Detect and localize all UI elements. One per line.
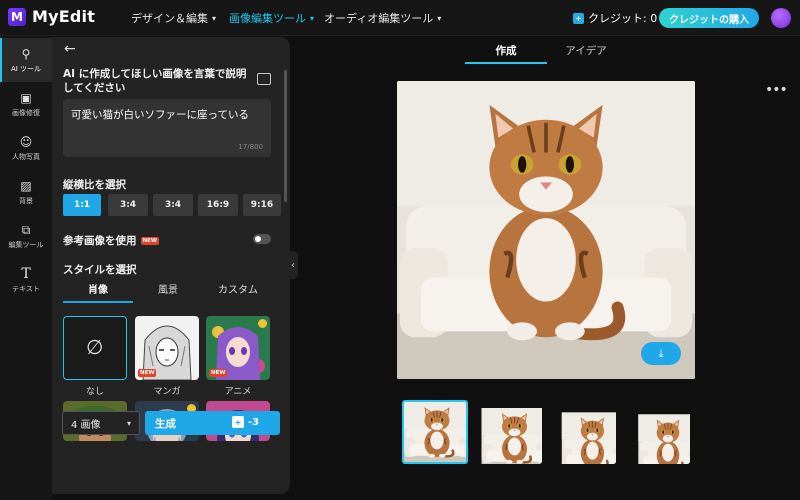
result-thumbnail[interactable] [402, 400, 468, 464]
style-none[interactable]: ∅ [63, 316, 127, 380]
prompt-label: AI に作成してほしい画像を言葉で説明してください [63, 68, 247, 94]
tab-create[interactable]: 作成 [466, 43, 546, 58]
text-icon: T [21, 265, 31, 282]
tab-indicator [63, 301, 133, 303]
generated-image [397, 81, 695, 379]
sidebar-item-background[interactable]: ▨ 背景 [0, 170, 52, 214]
layers-icon: ⧉ [21, 222, 31, 237]
app-logo-mark: M [8, 7, 26, 26]
image-icon: ▣ [20, 90, 32, 105]
sidebar-item-ai-tools[interactable]: ⚲ AI ツール [0, 38, 52, 82]
tab-indicator [465, 62, 547, 64]
tab-ideas[interactable]: アイデア [546, 43, 626, 58]
sidebar-item-portrait[interactable]: ☺ 人物写真 [0, 126, 52, 170]
result-thumbnail[interactable] [476, 400, 542, 464]
image-count-value: 4 画像 [71, 419, 101, 431]
prompt-counter: 17/800 [238, 143, 263, 151]
sidebar-item-label: 人物写真 [12, 152, 40, 161]
new-badge: NEW [209, 369, 228, 377]
sidebar-item-text[interactable]: T テキスト [0, 258, 52, 302]
ratio-1-1[interactable]: 1:1 [63, 194, 101, 216]
more-horizontal-icon[interactable]: ••• [765, 82, 788, 98]
prompt-value: 可愛い猫が白いソファーに座っている [71, 109, 249, 121]
tab-landscape[interactable]: 風景 [133, 281, 203, 296]
tab-portrait[interactable]: 肖像 [63, 281, 133, 296]
background-icon: ▨ [20, 178, 32, 193]
sidebar-item-image-repair[interactable]: ▣ 画像修復 [0, 82, 52, 126]
nav-label: デザイン＆編集 [131, 12, 208, 25]
chevron-down-icon: ▾ [310, 13, 315, 23]
magic-wand-icon: ⚲ [21, 46, 31, 61]
portrait-icon: ☺ [19, 134, 33, 149]
tool-sidebar: ⚲ AI ツール ▣ 画像修復 ☺ 人物写真 ▨ 背景 ⧉ 編集ツール T テキ… [0, 37, 52, 500]
panel-scrollbar[interactable] [284, 70, 287, 202]
generate-cost: + -3 [232, 416, 259, 428]
nav-label: 画像編集ツール [229, 12, 306, 25]
crown-icon [258, 319, 267, 328]
nav-audio-tools[interactable]: オーディオ編集ツール ▾ [324, 10, 441, 26]
none-icon: ∅ [86, 335, 104, 359]
reference-label-text: 参考画像を使用 [63, 235, 137, 247]
sidebar-item-label: 背景 [19, 196, 33, 205]
credit-icon: + [232, 416, 244, 428]
style-label-none: なし [85, 387, 104, 397]
app-logo[interactable]: M MyEdit [8, 7, 95, 26]
app-name: MyEdit [32, 7, 96, 26]
generate-cost-value: -3 [248, 416, 260, 428]
reference-image-toggle[interactable] [253, 234, 271, 244]
chevron-down-icon: ▾ [437, 13, 442, 23]
ratio-option[interactable]: 3:4 [153, 194, 193, 216]
chevron-down-icon: ▾ [212, 13, 217, 23]
result-image [624, 400, 690, 464]
credit-balance: + クレジット: 0 [573, 10, 657, 26]
credit-label: クレジット: 0 [588, 12, 658, 25]
sidebar-item-label: AI ツール [10, 64, 42, 73]
arrow-left-icon[interactable]: ← [64, 41, 76, 57]
style-manga[interactable]: NEW [135, 316, 199, 380]
sidebar-item-label: 編集ツール [8, 240, 44, 249]
user-avatar[interactable] [771, 8, 791, 28]
style-label-manga: マンガ [153, 387, 181, 397]
sidebar-item-edit-tools[interactable]: ⧉ 編集ツール [0, 214, 52, 258]
ratio-9-16[interactable]: 9:16 [243, 194, 281, 216]
result-image [404, 402, 468, 464]
nav-design-edit[interactable]: デザイン＆編集 ▾ [131, 10, 216, 26]
ratio-label: 縦横比を選択 [63, 179, 126, 191]
style-label-anime: アニメ [224, 387, 252, 397]
top-bar: M MyEdit デザイン＆編集 ▾ 画像編集ツール ▾ オーディオ編集ツール ▾ +… [0, 0, 800, 36]
generate-label: 生成 [155, 417, 176, 430]
collapse-panel-button[interactable]: ‹ [288, 251, 298, 279]
style-anime[interactable]: NEW [206, 316, 270, 380]
new-badge: NEW [140, 237, 159, 245]
chevron-left-icon: ‹ [291, 259, 295, 271]
result-image [476, 400, 542, 464]
style-label: スタイルを選択 [63, 264, 137, 276]
reference-image-label: 参考画像を使用 NEW [63, 233, 159, 248]
result-thumbnail[interactable] [550, 400, 616, 464]
prompt-input[interactable]: 可愛い猫が白いソファーに座っている 17/800 [63, 99, 271, 157]
new-badge: NEW [138, 369, 157, 377]
generate-button[interactable]: 生成 + -3 [145, 411, 280, 435]
chevron-down-icon: ▾ [126, 419, 131, 428]
image-add-icon[interactable] [257, 73, 271, 85]
credit-icon: + [573, 12, 584, 24]
download-icon: ⤓ [658, 346, 664, 360]
generated-image-cat [397, 81, 695, 379]
ratio-16-9[interactable]: 16:9 [198, 194, 238, 216]
tab-custom[interactable]: カスタム [203, 281, 273, 296]
image-count-select[interactable]: 4 画像 ▾ [62, 411, 140, 435]
sidebar-item-label: テキスト [12, 284, 40, 293]
result-image [550, 400, 616, 464]
nav-label: オーディオ編集ツール [324, 12, 434, 25]
ratio-option[interactable]: 3:4 [108, 194, 148, 216]
download-button[interactable]: ⤓ [641, 342, 681, 365]
sidebar-item-label: 画像修復 [12, 108, 40, 117]
result-thumbnail[interactable] [624, 400, 690, 464]
buy-credits-button[interactable]: クレジットの購入 [659, 8, 759, 28]
nav-image-tools[interactable]: 画像編集ツール ▾ [229, 10, 314, 26]
